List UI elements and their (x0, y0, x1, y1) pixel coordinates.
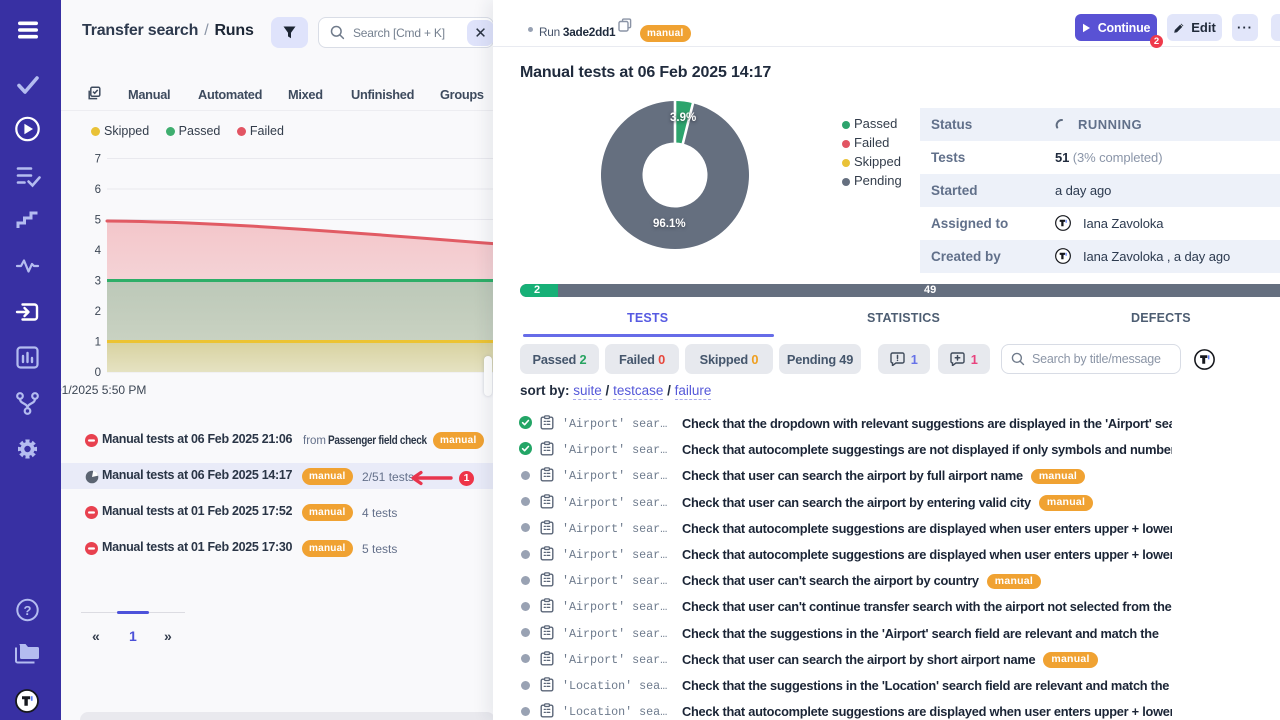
svg-text:4: 4 (95, 245, 102, 257)
svg-text:0: 0 (95, 367, 101, 379)
svg-text:2: 2 (95, 306, 101, 318)
svg-text:3: 3 (95, 276, 101, 288)
svg-text:?: ? (24, 603, 32, 618)
svg-text:1: 1 (95, 337, 101, 349)
svg-text:7: 7 (95, 154, 101, 166)
svg-text:5: 5 (95, 215, 101, 227)
svg-text:6: 6 (95, 184, 101, 196)
